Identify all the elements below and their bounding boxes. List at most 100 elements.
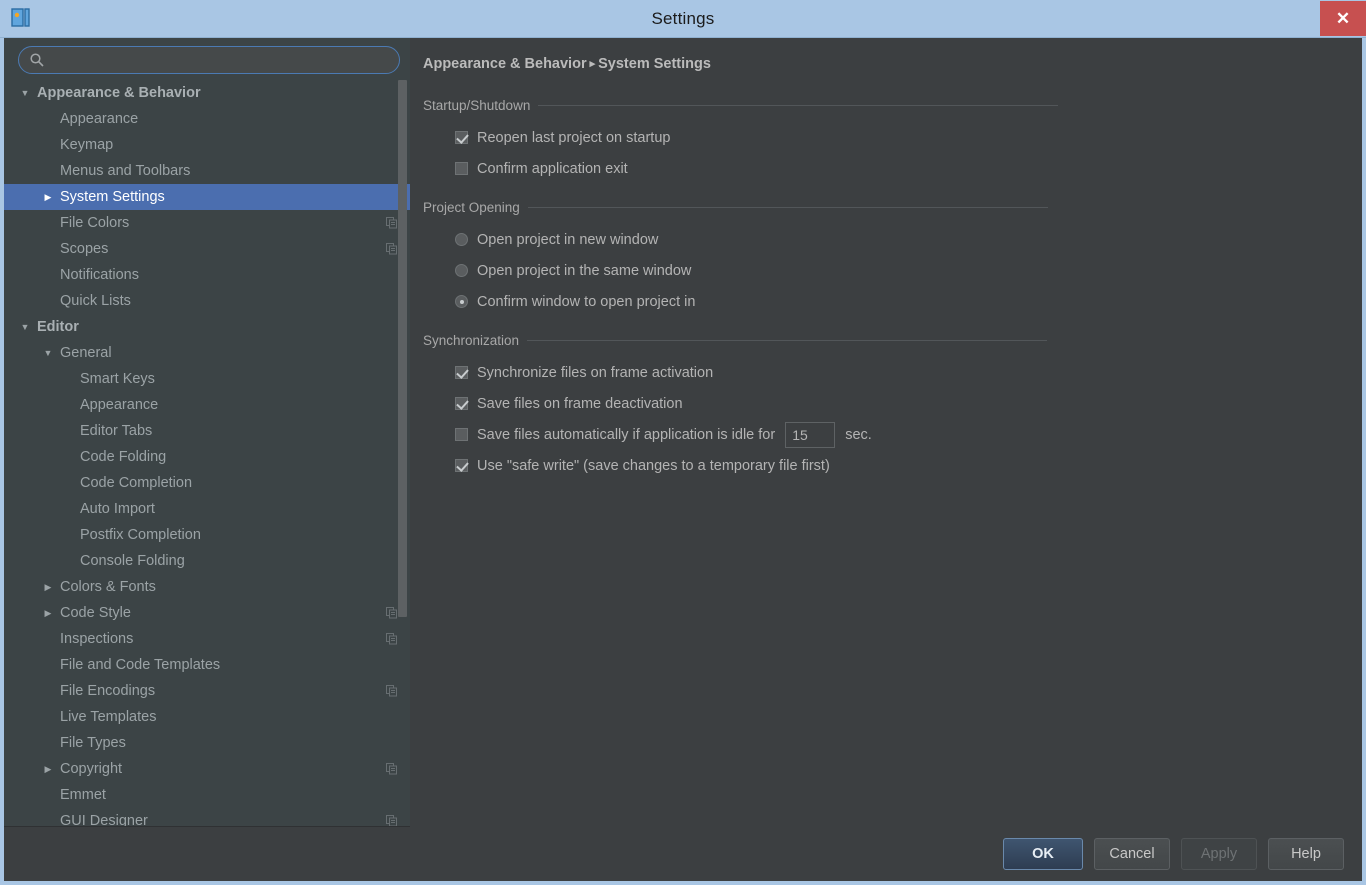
checkbox-synchronize-files-on-frame-activation[interactable] — [455, 366, 468, 379]
section-divider — [538, 105, 1059, 106]
option-row-confirm-application-exit: Confirm application exit — [423, 153, 1342, 184]
search-container — [4, 38, 410, 80]
tree-item-quick-lists[interactable]: Quick Lists — [4, 288, 410, 314]
tree-item-colors-fonts[interactable]: ▶ Colors & Fonts — [4, 574, 410, 600]
no-icon — [41, 782, 55, 808]
tree-item-scopes[interactable]: Scopes — [4, 236, 410, 262]
tree-item-label: Code Folding — [80, 449, 167, 465]
checkbox-save-files-automatically-if-application-is-idle-[interactable] — [455, 428, 468, 441]
breadcrumb: Appearance & Behavior ▸ System Settings — [423, 56, 1342, 72]
no-icon — [61, 496, 75, 522]
tree-item-label: Editor — [37, 319, 79, 335]
option-row-synchronize-files-on-frame-activation: Synchronize files on frame activation — [423, 357, 1342, 388]
tree-item-label: Quick Lists — [60, 293, 131, 309]
no-icon — [61, 548, 75, 574]
close-icon[interactable]: ✕ — [1320, 1, 1366, 36]
tree-item-gui-designer[interactable]: GUI Designer — [4, 808, 410, 826]
no-icon — [61, 392, 75, 418]
tree-item-copyright[interactable]: ▶ Copyright — [4, 756, 410, 782]
search-input[interactable] — [51, 52, 389, 68]
tree-item-label: Colors & Fonts — [60, 579, 156, 595]
no-icon — [41, 730, 55, 756]
tree-item-general[interactable]: ▼ General — [4, 340, 410, 366]
tree-scrollbar-thumb[interactable] — [398, 80, 407, 618]
tree-item-file-encodings[interactable]: File Encodings — [4, 678, 410, 704]
cancel-button[interactable]: Cancel — [1094, 838, 1170, 870]
tree-item-menus-and-toolbars[interactable]: Menus and Toolbars — [4, 158, 410, 184]
ok-button[interactable]: OK — [1003, 838, 1083, 870]
settings-detail-pane: Appearance & Behavior ▸ System Settings St… — [415, 38, 1362, 827]
chevron-right-icon[interactable]: ▶ — [41, 600, 55, 626]
tree-item-emmet[interactable]: Emmet — [4, 782, 410, 808]
tree-item-label: Emmet — [60, 787, 106, 803]
chevron-right-icon[interactable]: ▶ — [41, 756, 55, 782]
tree-item-label: GUI Designer — [60, 813, 148, 826]
section-title-text: Synchronization — [423, 333, 520, 348]
tree-item-file-colors[interactable]: File Colors — [4, 210, 410, 236]
tree-item-notifications[interactable]: Notifications — [4, 262, 410, 288]
no-icon — [41, 132, 55, 158]
help-button[interactable]: Help — [1268, 838, 1344, 870]
radio-open-project-in-new-window[interactable] — [455, 233, 468, 246]
tree-item-auto-import[interactable]: Auto Import — [4, 496, 410, 522]
tree-item-file-types[interactable]: File Types — [4, 730, 410, 756]
tree-item-code-completion[interactable]: Code Completion — [4, 470, 410, 496]
checkbox-use-safe-write-save-changes-to-a-temporary-file-[interactable] — [455, 459, 468, 472]
no-icon — [41, 236, 55, 262]
intellij-idea-icon — [10, 7, 32, 29]
chevron-right-icon[interactable]: ▶ — [41, 574, 55, 600]
apply-button: Apply — [1181, 838, 1257, 870]
option-label: Save files automatically if application … — [477, 426, 776, 443]
tree-scrollbar[interactable] — [398, 80, 407, 826]
checkbox-save-files-on-frame-deactivation[interactable] — [455, 397, 468, 410]
search-box[interactable] — [18, 46, 400, 74]
tree-item-postfix-completion[interactable]: Postfix Completion — [4, 522, 410, 548]
section-synchronization: Synchronization Synchronize files on fram… — [423, 333, 1342, 481]
tree-item-label: Editor Tabs — [80, 423, 153, 439]
option-row-open-project-in-the-same-window: Open project in the same window — [423, 255, 1342, 286]
option-row-use-safe-write-save-changes-to-a-temporary-file-: Use "safe write" (save changes to a temp… — [423, 450, 1342, 481]
tree-item-code-folding[interactable]: Code Folding — [4, 444, 410, 470]
tree-item-system-settings[interactable]: ▶ System Settings — [4, 184, 410, 210]
tree-item-console-folding[interactable]: Console Folding — [4, 548, 410, 574]
tree-item-keymap[interactable]: Keymap — [4, 132, 410, 158]
chevron-down-icon[interactable]: ▼ — [18, 80, 32, 106]
tree-item-file-and-code-templates[interactable]: File and Code Templates — [4, 652, 410, 678]
tree-item-editor-tabs[interactable]: Editor Tabs — [4, 418, 410, 444]
tree-item-editor[interactable]: ▼ Editor — [4, 314, 410, 340]
tree-item-smart-keys[interactable]: Smart Keys — [4, 366, 410, 392]
no-icon — [61, 366, 75, 392]
tree-item-label: Appearance & Behavior — [37, 85, 201, 101]
no-icon — [41, 704, 55, 730]
option-label: Open project in the same window — [477, 262, 692, 279]
tree-item-label: File Colors — [60, 215, 130, 231]
tree-item-label: File Types — [60, 735, 126, 751]
checkbox-reopen-last-project-on-startup[interactable] — [455, 131, 468, 144]
tree-item-label: Postfix Completion — [80, 527, 201, 543]
tree-item-code-style[interactable]: ▶ Code Style — [4, 600, 410, 626]
tree-item-label: Console Folding — [80, 553, 185, 569]
title-bar: Settings ✕ — [0, 0, 1366, 38]
tree-item-label: System Settings — [60, 189, 165, 205]
tree-item-appearance-behavior[interactable]: ▼ Appearance & Behavior — [4, 80, 410, 106]
tree-item-inspections[interactable]: Inspections — [4, 626, 410, 652]
no-icon — [41, 262, 55, 288]
tree-item-label: Appearance — [80, 397, 159, 413]
no-icon — [41, 210, 55, 236]
search-icon — [29, 52, 45, 68]
no-icon — [41, 652, 55, 678]
radio-open-project-in-the-same-window[interactable] — [455, 264, 468, 277]
chevron-down-icon[interactable]: ▼ — [18, 314, 32, 340]
tree-item-appearance[interactable]: Appearance — [4, 106, 410, 132]
tree-item-live-templates[interactable]: Live Templates — [4, 704, 410, 730]
chevron-down-icon[interactable]: ▼ — [41, 340, 55, 366]
option-label: Confirm window to open project in — [477, 293, 696, 310]
radio-confirm-window-to-open-project-in[interactable] — [455, 295, 468, 308]
no-icon — [41, 288, 55, 314]
idle-seconds-input[interactable] — [785, 421, 836, 448]
project-level-settings-icon — [386, 763, 398, 775]
tree-item-appearance[interactable]: Appearance — [4, 392, 410, 418]
idle-seconds-unit: sec. — [845, 426, 872, 443]
checkbox-confirm-application-exit[interactable] — [455, 162, 468, 175]
chevron-right-icon[interactable]: ▶ — [41, 184, 55, 210]
